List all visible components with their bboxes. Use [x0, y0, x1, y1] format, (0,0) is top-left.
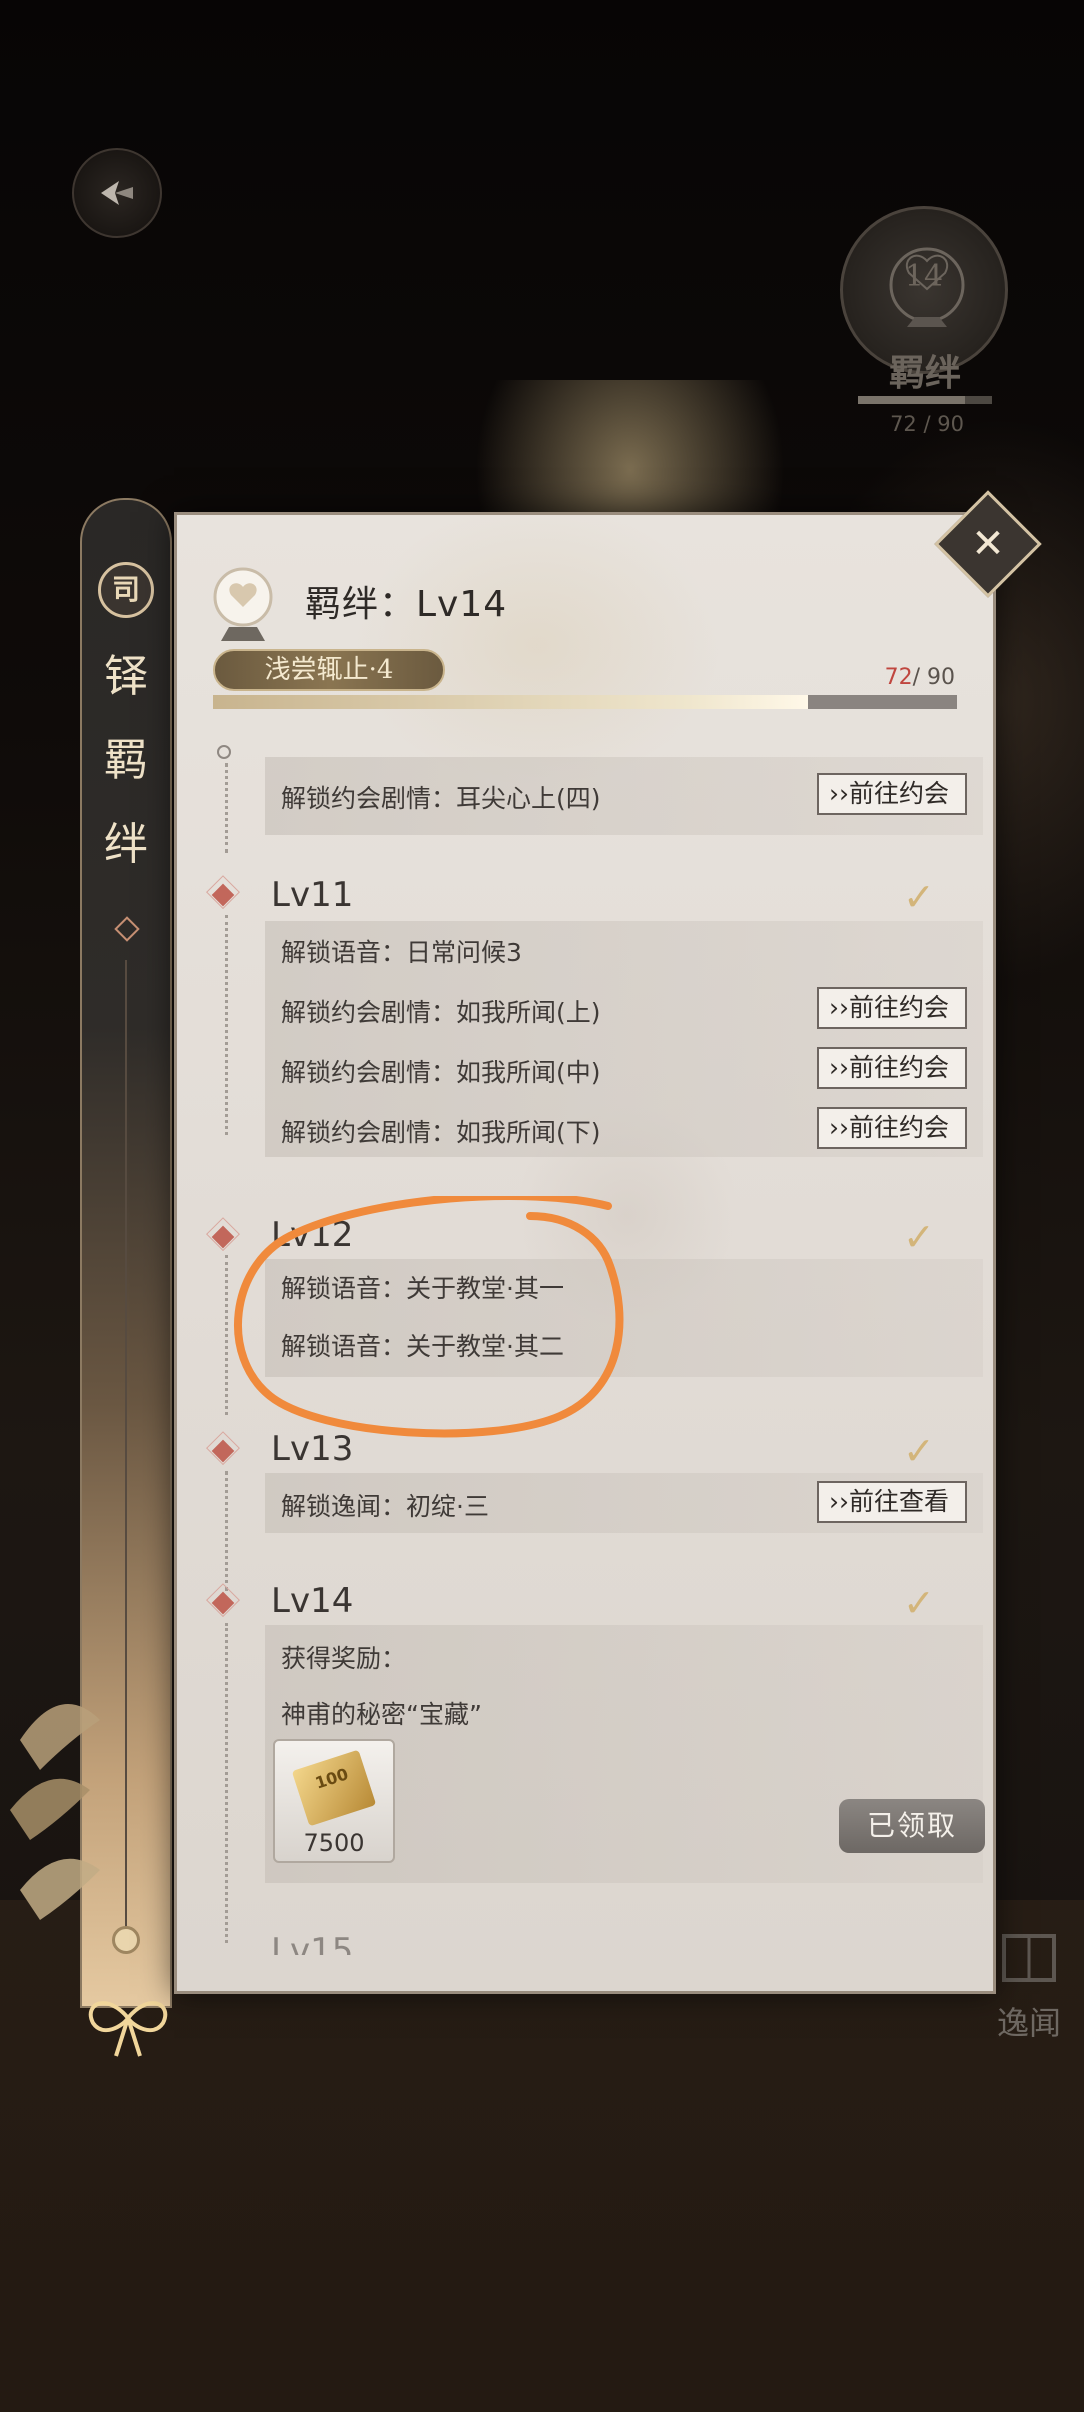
- reward-row: 解锁约会剧情：如我所闻(上): [281, 998, 601, 1027]
- crystal-heart-icon: [213, 567, 273, 641]
- level-title-lv13: Lv13: [271, 1429, 354, 1469]
- back-button[interactable]: [72, 148, 162, 238]
- partial-level-group: 解锁约会剧情：耳尖心上(四) ››前往约会: [265, 757, 983, 835]
- ginkgo-leaves-icon: [10, 1704, 100, 1920]
- reward-row: 解锁语音：日常问候3: [281, 938, 522, 967]
- level-group-lv11: 解锁语音：日常问候3 解锁约会剧情：如我所闻(上) ››前往约会 解锁约会剧情：…: [265, 921, 983, 1157]
- tab-char-1: 铎: [104, 651, 148, 702]
- bond-badge-progress-bar: [858, 396, 992, 404]
- reward-row: 解锁约会剧情：耳尖心上(四): [281, 784, 601, 813]
- timeline-dots: [225, 1623, 228, 1943]
- side-stories-label: 逸闻: [996, 2004, 1061, 2042]
- ticket-icon: [291, 1749, 377, 1827]
- bond-rank-pill: 浅尝辄止·4: [213, 649, 445, 691]
- close-icon[interactable]: ✕: [950, 506, 1026, 582]
- reward-row: 解锁约会剧情：如我所闻(中): [281, 1058, 601, 1087]
- reward-row: 解锁语音：关于教堂·其二: [281, 1332, 564, 1361]
- reward-item-card[interactable]: 100 7500: [273, 1739, 395, 1863]
- bond-progress-total: / 90: [912, 665, 955, 690]
- tab-char-2: 羁: [104, 735, 148, 786]
- go-date-button[interactable]: ››前往约会: [817, 773, 967, 815]
- bond-progress-fill: [213, 695, 809, 709]
- timeline-dots: [225, 1255, 228, 1415]
- level-title-lv11: Lv11: [271, 875, 354, 915]
- book-icon: [1002, 1934, 1056, 1982]
- reward-row: 解锁语音：关于教堂·其一: [281, 1274, 564, 1303]
- timeline-dots: [225, 1471, 228, 1591]
- checkmark-icon: ✓: [903, 1215, 935, 1259]
- reward-row: 解锁约会剧情：如我所闻(下): [281, 1118, 601, 1147]
- tab-char-3: 绊: [104, 819, 148, 870]
- bond-progress-value: 72/ 90: [885, 665, 955, 690]
- bond-progress-current: 72: [884, 665, 913, 690]
- bow-icon: [88, 2001, 168, 2057]
- reward-row: 解锁逸闻：初绽·三: [281, 1492, 489, 1521]
- bond-progress-bar: [213, 695, 957, 709]
- bond-badge-progress: 72 / 90: [890, 412, 964, 436]
- level-group-lv12: 解锁语音：关于教堂·其一 解锁语音：关于教堂·其二: [265, 1259, 983, 1377]
- panel-title: 羁绊：Lv14: [305, 584, 508, 625]
- tab-diamond-icon: [114, 916, 140, 942]
- level-marker: [211, 1439, 235, 1463]
- bond-badge-progress-fill: [858, 396, 966, 404]
- level-marker: [211, 1591, 235, 1615]
- checkmark-icon: ✓: [903, 1581, 935, 1625]
- tab-divider: [125, 960, 127, 1940]
- level-marker: [211, 1225, 235, 1249]
- list-start-dot: [217, 745, 231, 759]
- level-title-lv14: Lv14: [271, 1581, 354, 1621]
- timeline-dots: [225, 763, 228, 853]
- tab-badge: 司: [98, 562, 154, 618]
- go-date-button[interactable]: ››前往约会: [817, 1047, 967, 1089]
- checkmark-icon: ✓: [903, 1429, 935, 1473]
- level-group-lv13: 解锁逸闻：初绽·三 ››前往查看: [265, 1473, 983, 1533]
- tab-pin: [112, 1926, 140, 1954]
- claimed-button[interactable]: 已领取: [839, 1799, 985, 1853]
- timeline-dots: [225, 915, 228, 1135]
- reward-quantity: 7500: [303, 1829, 365, 1857]
- go-date-button[interactable]: ››前往约会: [817, 1107, 967, 1149]
- level-title-lv12: Lv12: [271, 1215, 354, 1255]
- back-arrow-icon: [101, 181, 133, 205]
- reward-row: 获得奖励：: [281, 1644, 407, 1673]
- bond-panel: 羁绊：Lv14 浅尝辄止·4 72/ 90 解锁约会剧情：耳尖心上(四) ››前…: [174, 512, 996, 1994]
- go-view-button[interactable]: ››前往查看: [817, 1481, 967, 1523]
- checkmark-icon: ✓: [903, 875, 935, 919]
- level-marker: [211, 883, 235, 907]
- go-date-button[interactable]: ››前往约会: [817, 987, 967, 1029]
- reward-row: 神甫的秘密“宝藏”: [281, 1700, 482, 1729]
- level-title-lv15: Lv15: [271, 1931, 354, 1955]
- bond-badge-label: 羁绊: [888, 353, 961, 394]
- bond-reward-list[interactable]: 解锁约会剧情：耳尖心上(四) ››前往约会 Lv11 ✓ 解锁语音：日常问候3 …: [177, 715, 993, 1955]
- bond-badge-level: 14: [904, 259, 944, 294]
